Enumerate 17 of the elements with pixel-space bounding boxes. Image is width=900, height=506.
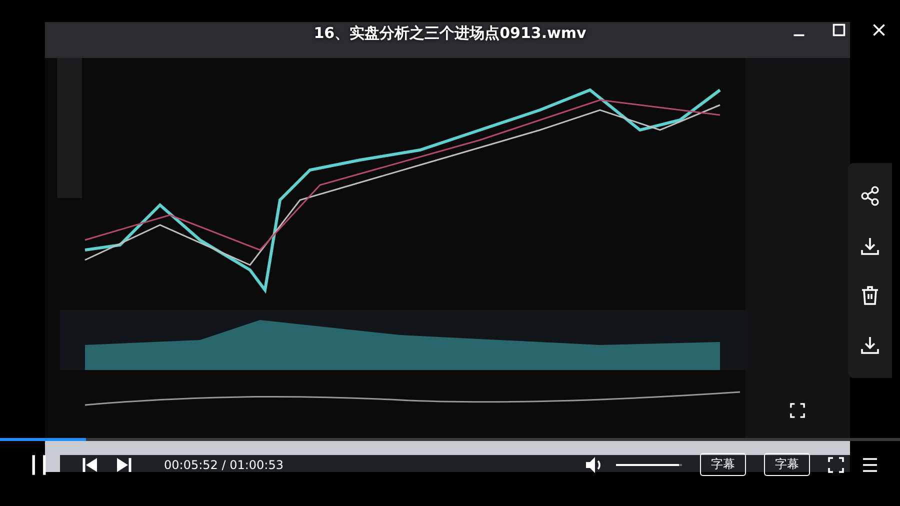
subtitle-button[interactable]: 字幕 [764, 453, 810, 476]
download-icon[interactable] [860, 236, 880, 256]
download-icon[interactable] [860, 335, 880, 356]
pause-icon[interactable] [30, 452, 48, 476]
playlist-icon[interactable] [862, 456, 878, 472]
subtitle-button[interactable]: 字幕 [700, 453, 746, 476]
time-display: 00:05:52 / 01:00:53 [164, 458, 284, 472]
next-icon[interactable] [116, 456, 132, 472]
share-icon[interactable] [860, 186, 880, 206]
progress-bar[interactable] [0, 438, 900, 441]
fullscreen-icon[interactable] [790, 403, 805, 418]
fullscreen-icon[interactable] [828, 456, 844, 472]
previous-icon[interactable] [82, 456, 98, 472]
maximize-icon[interactable] [832, 23, 846, 37]
trash-icon[interactable] [860, 285, 880, 306]
close-icon[interactable] [872, 23, 886, 37]
window-title: 16、实盘分析之三个进场点0913.wmv [314, 24, 586, 43]
